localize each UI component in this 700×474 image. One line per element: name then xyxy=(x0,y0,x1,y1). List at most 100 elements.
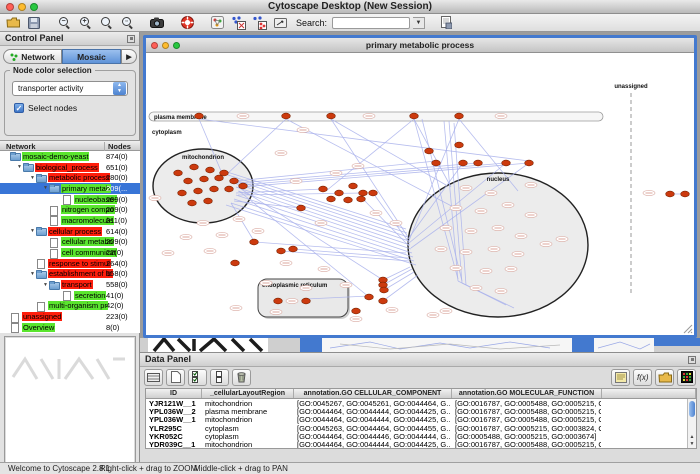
tree-row[interactable]: nitrogen compo209(0) xyxy=(0,204,140,215)
network-node[interactable] xyxy=(410,113,419,119)
tree-row[interactable]: mosaic-demo-yeast874(0) xyxy=(0,151,140,162)
network-node[interactable] xyxy=(239,183,248,189)
tab-network[interactable]: Network xyxy=(3,49,62,64)
expand-arrow-icon[interactable]: ▼ xyxy=(42,185,49,191)
tree-row[interactable]: response to stimul264(0) xyxy=(0,258,140,269)
tree-row[interactable]: unassigned223(0) xyxy=(0,311,140,322)
network-node[interactable] xyxy=(357,196,366,202)
network-node[interactable] xyxy=(425,148,434,154)
network-node[interactable] xyxy=(379,298,388,304)
network-node[interactable] xyxy=(365,294,374,300)
expand-arrow-icon[interactable]: ▼ xyxy=(29,175,36,181)
layout-red-icon[interactable] xyxy=(250,15,268,30)
attribute-table-row[interactable]: YDR039C__1mitochondrion[GO:0044464, GO:0… xyxy=(146,440,696,448)
search-dropdown-icon[interactable]: ▼ xyxy=(413,17,425,29)
delete-attribute-icon[interactable] xyxy=(232,369,251,386)
help-lifesaver-icon[interactable] xyxy=(178,15,196,30)
annotation-icon[interactable] xyxy=(271,15,289,30)
tree-row[interactable]: multi-organism pr42(0) xyxy=(0,301,140,312)
network-node[interactable] xyxy=(432,160,441,166)
network-node[interactable] xyxy=(225,186,234,192)
col-region[interactable]: _cellularLayoutRegion xyxy=(202,389,294,398)
nodes-column-header[interactable]: Nodes xyxy=(104,142,131,151)
network-node[interactable] xyxy=(215,175,224,181)
expand-arrow-icon[interactable]: ▼ xyxy=(16,164,23,170)
birdseye-view-panel[interactable] xyxy=(4,336,136,474)
tree-row[interactable]: Overview8(0) xyxy=(0,322,140,333)
layout-blue-icon[interactable] xyxy=(229,15,247,30)
tree-row[interactable]: ▼transport558(0) xyxy=(0,279,140,290)
search-input[interactable] xyxy=(332,17,410,29)
network-node[interactable] xyxy=(335,190,344,196)
network-node[interactable] xyxy=(190,164,199,170)
tree-row[interactable]: ▼primary metab209(... xyxy=(0,183,140,194)
scroll-up-icon[interactable]: ▲ xyxy=(688,434,696,441)
scrollbar-thumb[interactable] xyxy=(689,401,695,417)
network-node[interactable] xyxy=(178,190,187,196)
network-node[interactable] xyxy=(502,160,511,166)
tree-row[interactable]: cell communicat22(0) xyxy=(0,247,140,258)
col-molecular-function[interactable]: annotation.GO MOLECULAR_FUNCTION xyxy=(452,389,602,398)
network-node[interactable] xyxy=(289,246,298,252)
network-node[interactable] xyxy=(327,113,336,119)
network-node[interactable] xyxy=(459,160,468,166)
tree-row[interactable]: nucleobase-209(0) xyxy=(0,194,140,205)
network-node[interactable] xyxy=(369,190,378,196)
network-node[interactable] xyxy=(349,183,358,189)
network-node[interactable] xyxy=(302,298,311,304)
tree-row[interactable]: ▼biological_process651(0) xyxy=(0,162,140,173)
network-node[interactable] xyxy=(327,196,336,202)
tree-row[interactable]: macromolecule311(0) xyxy=(0,215,140,226)
tree-row[interactable]: secretion41(0) xyxy=(0,290,140,301)
network-overview-icon[interactable] xyxy=(208,15,226,30)
col-cellular-component[interactable]: annotation.GO CELLULAR_COMPONENT xyxy=(294,389,452,398)
attribute-notes-icon[interactable] xyxy=(611,369,630,386)
network-node[interactable] xyxy=(250,239,259,245)
network-node[interactable] xyxy=(474,160,483,166)
float-data-panel-icon[interactable] xyxy=(688,356,696,364)
network-node[interactable] xyxy=(455,142,464,148)
network-node[interactable] xyxy=(344,197,353,203)
heatmap-icon[interactable] xyxy=(677,369,696,386)
open-icon[interactable] xyxy=(4,15,22,30)
function-builder-icon[interactable]: f(x) xyxy=(633,369,652,386)
attribute-dropdown[interactable]: transporter activity ▲▼ xyxy=(12,81,128,96)
attribute-table-icon[interactable] xyxy=(144,369,163,386)
expand-arrow-icon[interactable]: ▼ xyxy=(29,228,36,234)
network-node[interactable] xyxy=(188,200,197,206)
network-node[interactable] xyxy=(277,248,286,254)
network-node[interactable] xyxy=(282,113,291,119)
network-canvas[interactable]: plasma membranecytoplasmmitochondrionnuc… xyxy=(146,53,694,335)
tree-row[interactable]: ▼cellular process614(0) xyxy=(0,226,140,237)
expand-arrow-icon[interactable]: ▼ xyxy=(42,282,49,288)
scroll-down-icon[interactable]: ▼ xyxy=(688,441,696,448)
import-attributes-icon[interactable] xyxy=(437,15,455,30)
network-node[interactable] xyxy=(297,205,306,211)
network-node[interactable] xyxy=(194,188,203,194)
network-node[interactable] xyxy=(352,308,361,314)
network-node[interactable] xyxy=(195,113,204,119)
network-node[interactable] xyxy=(319,186,328,192)
network-node[interactable] xyxy=(230,178,239,184)
table-scrollbar[interactable]: ▲ ▼ xyxy=(687,399,696,448)
network-node[interactable] xyxy=(380,287,389,293)
new-attribute-icon[interactable] xyxy=(166,369,185,386)
network-node[interactable] xyxy=(455,113,464,119)
snapshot-camera-icon[interactable] xyxy=(148,15,166,30)
tree-row[interactable]: ▼establishment of lo558(0) xyxy=(0,269,140,280)
tab-mosaic[interactable]: Mosaic xyxy=(62,49,121,64)
float-panel-icon[interactable] xyxy=(127,35,135,43)
save-icon[interactable] xyxy=(25,15,43,30)
select-nodes-checkbox[interactable]: ✓ xyxy=(14,103,24,113)
zoom-fit-icon[interactable] xyxy=(97,15,115,30)
network-node[interactable] xyxy=(359,190,368,196)
unselect-attributes-icon[interactable] xyxy=(210,369,229,386)
tree-row[interactable]: ▼metabolic process280(0) xyxy=(0,172,140,183)
network-node[interactable] xyxy=(666,191,675,197)
network-node[interactable] xyxy=(184,178,193,184)
zoom-selected-icon[interactable]: ▫ xyxy=(118,15,136,30)
tree-row[interactable]: cellular metabo209(0) xyxy=(0,237,140,248)
network-node[interactable] xyxy=(206,167,215,173)
network-node[interactable] xyxy=(210,186,219,192)
zoom-in-icon[interactable]: + xyxy=(76,15,94,30)
